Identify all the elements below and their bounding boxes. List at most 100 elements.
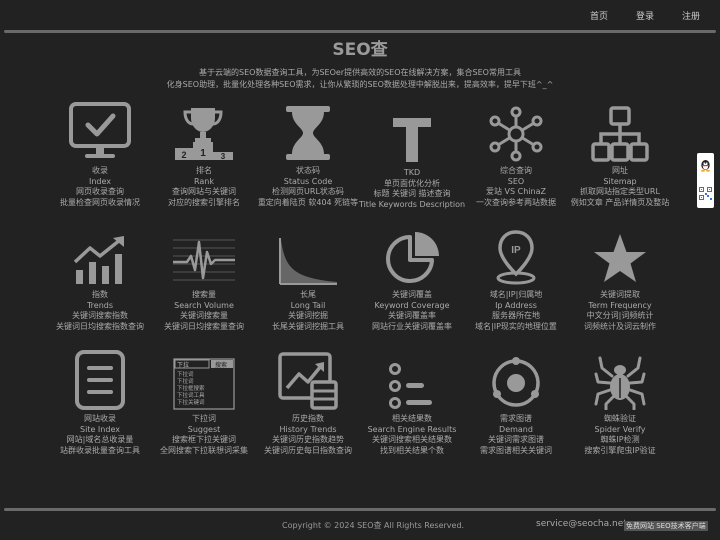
tool-title-en: Trends bbox=[86, 300, 114, 310]
nav-home-link[interactable]: 首页 bbox=[590, 9, 608, 22]
top-navigation: 首页 登录 注册 bbox=[562, 9, 700, 22]
tool-title-cn: 综合查询 bbox=[500, 166, 532, 175]
tool-desc-1: 关键词挖掘 bbox=[288, 311, 328, 320]
tool-desc-1: 网站|域名总收录量 bbox=[66, 435, 134, 444]
long-tail-curve-icon bbox=[279, 238, 337, 285]
tool-grid: 收录 Index 网页收录查询 批量检查网页收录情况 1 2 3 排名 Rank… bbox=[48, 102, 672, 462]
tool-desc-1: 服务器所在地 bbox=[491, 311, 540, 320]
tool-title-cn: 关键词覆盖 bbox=[392, 290, 432, 299]
tool-desc-2: 域名|IP现实的地理位置 bbox=[475, 321, 557, 331]
tool-desc-2: 例如文章 产品详情页及整站 bbox=[570, 197, 670, 207]
tool-title-cn: 状态码 bbox=[295, 166, 320, 175]
letter-t-icon bbox=[393, 118, 431, 162]
tool-site-index[interactable]: 网站收录 Site Index 网站|域名总收录量 站群收录批量查询工具 bbox=[48, 350, 152, 470]
tool-title-en: Status Code bbox=[283, 176, 333, 186]
tool-desc-2: 对应的搜索引擎排名 bbox=[168, 197, 240, 207]
tool-title-cn: TKD bbox=[403, 168, 421, 177]
qq-penguin-icon[interactable] bbox=[699, 159, 712, 172]
tool-title-cn: 指数 bbox=[92, 290, 108, 299]
tool-title-en: Ip Address bbox=[495, 300, 537, 310]
tool-title-en: Term Frequency bbox=[588, 300, 652, 310]
tool-title-en: Search Engine Results bbox=[367, 424, 457, 434]
tool-title-en: Index bbox=[88, 176, 112, 186]
tool-desc-1: 关键词搜索量 bbox=[180, 311, 228, 320]
site-intro: 基于云端的SEO数据查询工具，为SEOer提供高效的SEO在线解决方案，集合SE… bbox=[0, 67, 720, 91]
tool-title-en: SEO bbox=[507, 176, 525, 186]
tool-long-tail[interactable]: 长尾 Long Tail 关键词挖掘 长尾关键词挖掘工具 bbox=[256, 226, 360, 346]
tool-desc-2: 关键词日均搜索量查询 bbox=[164, 321, 244, 331]
tool-demand[interactable]: 需求图谱 Demand 关键词需求图谱 需求图谱相关关键词 bbox=[464, 350, 568, 470]
spider-icon bbox=[594, 356, 646, 410]
tool-title-cn: 排名 bbox=[196, 166, 212, 175]
tool-title-cn: 搜索量 bbox=[192, 290, 216, 299]
tool-title-en: 单页面优化分析 bbox=[384, 178, 440, 188]
tool-trends[interactable]: 指数 Trends 关键词搜索指数 关键词日均搜索指数查询 bbox=[48, 226, 152, 346]
podium-second: 2 bbox=[181, 150, 186, 160]
tool-title-en: History Trends bbox=[279, 424, 337, 434]
tool-desc-2: 批量检查网页收录情况 bbox=[60, 197, 140, 207]
tool-desc-1: 标题 关键词 描述查询 bbox=[373, 189, 451, 198]
tool-desc-1: 搜索框下拉关键词 bbox=[172, 435, 236, 444]
tool-desc-1: 网页收录查询 bbox=[76, 187, 124, 196]
tool-ip-address[interactable]: IP 域名|IP|归属地 Ip Address 服务器所在地 域名|IP现实的地… bbox=[464, 226, 568, 346]
tool-title-en: Suggest bbox=[187, 424, 221, 434]
suggest-item: 下拉词工具 bbox=[177, 391, 205, 399]
tool-title-en: Spider Verify bbox=[594, 424, 646, 434]
tool-desc-1: 关键词搜索指数 bbox=[72, 311, 128, 320]
tool-rank[interactable]: 1 2 3 排名 Rank 查询网站与关键词 对应的搜索引擎排名 bbox=[152, 102, 256, 222]
tool-desc-2: 长尾关键词挖掘工具 bbox=[272, 321, 344, 331]
page-title: SEO查 bbox=[332, 40, 388, 60]
tool-title-cn: 网址 bbox=[611, 166, 628, 175]
tool-suggest[interactable]: 下拉 搜索 下拉词 下拉词 下拉框搜索 下拉词工具 下拉关键词 下拉词 Sugg… bbox=[152, 350, 256, 470]
podium-trophy-icon: 1 2 3 bbox=[175, 108, 233, 161]
footer-email-link[interactable]: service@seocha.net bbox=[536, 519, 627, 529]
tool-desc-2: 网站行业关键词覆盖率 bbox=[372, 321, 452, 331]
tool-desc-2: 搜索引擎爬虫IP验证 bbox=[584, 445, 656, 455]
tool-desc-2: 一次查询参考两站数据 bbox=[476, 197, 556, 207]
tool-term-frequency[interactable]: 关键词提取 Term Frequency 中文分词|词频统计 词频统计及词云制作 bbox=[568, 226, 672, 346]
tool-keyword-coverage[interactable]: 关键词覆盖 Keyword Coverage 关键词覆盖率 网站行业关键词覆盖率 bbox=[360, 226, 464, 346]
tool-title-cn: 域名|IP|归属地 bbox=[489, 290, 543, 299]
tool-desc-1: 关键词搜索相关结果数 bbox=[372, 435, 452, 444]
tool-spider-verify[interactable]: 蜘蛛验证 Spider Verify 蜘蛛IP检测 搜索引擎爬虫IP验证 bbox=[568, 350, 672, 470]
nav-register-link[interactable]: 注册 bbox=[682, 9, 700, 22]
tool-tkd[interactable]: TKD 单页面优化分析 标题 关键词 描述查询 Title Keywords D… bbox=[358, 102, 466, 222]
tool-desc-2: 关键词日均搜索指数查询 bbox=[56, 321, 144, 331]
hourglass-icon bbox=[286, 106, 330, 160]
tool-search-results[interactable]: 相关结果数 Search Engine Results 关键词搜索相关结果数 找… bbox=[360, 350, 464, 470]
tool-title-cn: 收录 bbox=[92, 166, 108, 175]
footer-copyright: Copyright © 2024 SEO查 All Rights Reserve… bbox=[282, 521, 465, 530]
tool-desc-1: 关键词覆盖率 bbox=[388, 311, 436, 320]
suggest-dropdown-icon: 下拉 搜索 下拉词 下拉词 下拉框搜索 下拉词工具 下拉关键词 bbox=[173, 358, 235, 410]
tool-title-cn: 需求图谱 bbox=[500, 414, 532, 423]
monitor-check-icon bbox=[69, 102, 131, 158]
intro-line-2: 化身SEO助理，批量化处理各种SEO需求，让你从繁琐的SEO数据处理中解脱出来，… bbox=[166, 80, 554, 89]
tool-seo-combined[interactable]: 综合查询 SEO 爱站 VS ChinaZ 一次查询参考两站数据 bbox=[464, 102, 568, 222]
tool-status-code[interactable]: 状态码 Status Code 检测网页URL状态码 重定向着陆页 软404 死… bbox=[256, 102, 360, 222]
tool-desc-2: 站群收录批量查询工具 bbox=[60, 445, 140, 455]
tool-title-en: Rank bbox=[194, 176, 214, 186]
tool-search-volume[interactable]: 搜索量 Search Volume 关键词搜索量 关键词日均搜索量查询 bbox=[152, 226, 256, 346]
suggest-item: 下拉框搜索 bbox=[177, 384, 205, 392]
tool-title-en: Site Index bbox=[80, 424, 120, 434]
footer-client-badge[interactable]: 免费网站 SEO技术客户端 bbox=[624, 521, 708, 531]
tool-index[interactable]: 收录 Index 网页收录查询 批量检查网页收录情况 bbox=[48, 102, 152, 222]
tool-desc-1: 爱站 VS ChinaZ bbox=[486, 187, 546, 196]
pie-chart-icon bbox=[386, 232, 439, 283]
tool-title-cn: 长尾 bbox=[300, 290, 316, 299]
tool-desc-2: 词频统计及词云制作 bbox=[584, 321, 656, 331]
tool-title-en: Search Volume bbox=[174, 300, 234, 310]
tool-title-en: Demand bbox=[499, 424, 533, 434]
suggest-item: 下拉词 bbox=[177, 370, 194, 378]
suggest-item: 下拉关键词 bbox=[177, 398, 205, 406]
intro-line-1: 基于云端的SEO数据查询工具，为SEOer提供高效的SEO在线解决方案，集合SE… bbox=[199, 68, 521, 77]
tool-desc-2: Title Keywords Description bbox=[358, 199, 466, 209]
nav-login-link[interactable]: 登录 bbox=[636, 9, 654, 22]
history-chart-icon bbox=[278, 352, 338, 410]
target-orbit-icon bbox=[492, 357, 540, 407]
tool-sitemap[interactable]: 网址 Sitemap 抓取网站指定类型URL 例如文章 产品详情页及整站 bbox=[568, 102, 672, 222]
qr-code-icon[interactable] bbox=[699, 187, 712, 200]
network-hub-icon bbox=[489, 106, 543, 162]
tool-history-trends[interactable]: 历史指数 History Trends 关键词历史指数趋势 关键词历史每日指数查… bbox=[256, 350, 360, 470]
tool-title-en: Sitemap bbox=[603, 176, 637, 186]
